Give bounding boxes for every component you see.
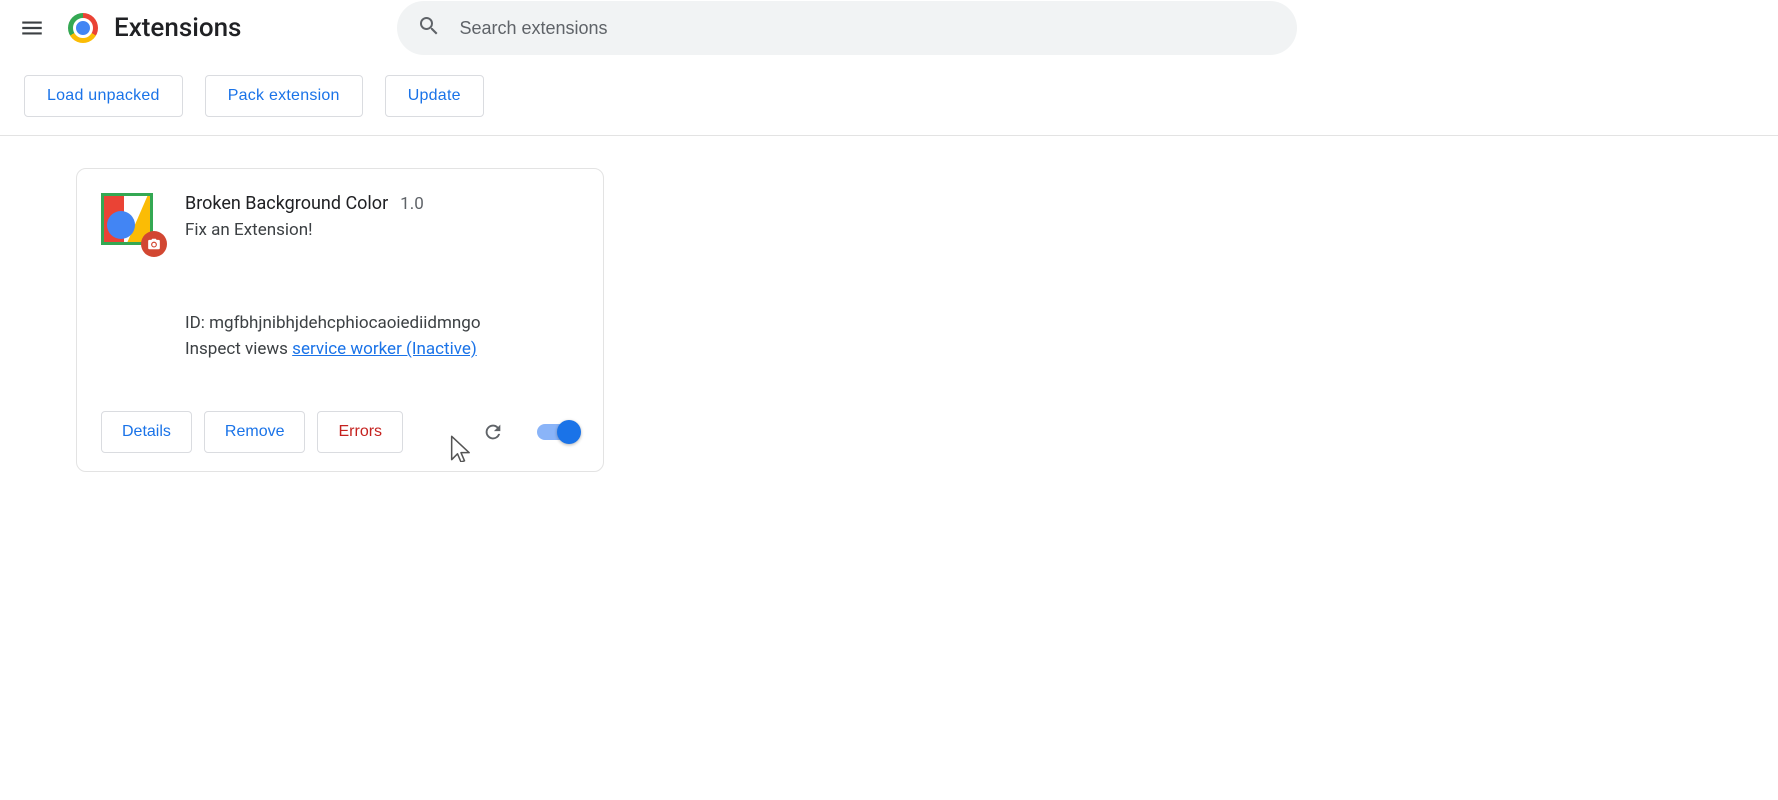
errors-button[interactable]: Errors xyxy=(317,411,403,453)
extension-id-value: mgfbhjnibhjdehcphiocaoiediidmngo xyxy=(209,313,480,333)
extensions-list: Broken Background Color 1.0 Fix an Exten… xyxy=(0,136,1778,504)
cursor-icon xyxy=(447,434,475,466)
inspect-views-row: Inspect views service worker (Inactive) xyxy=(185,336,579,362)
enable-toggle[interactable] xyxy=(537,424,579,440)
extension-id-row: ID: mgfbhjnibhjdehcphiocaoiediidmngo xyxy=(185,310,579,336)
camera-badge-icon xyxy=(141,231,167,257)
inspect-views-label: Inspect views xyxy=(185,339,292,359)
extension-version: 1.0 xyxy=(400,194,424,214)
reload-icon[interactable] xyxy=(473,412,513,452)
extension-description: Fix an Extension! xyxy=(185,220,579,240)
search-icon xyxy=(417,14,441,42)
service-worker-link[interactable]: service worker (Inactive) xyxy=(292,339,477,359)
search-input[interactable] xyxy=(459,18,1277,39)
extension-name: Broken Background Color xyxy=(185,193,388,214)
update-button[interactable]: Update xyxy=(385,75,484,117)
developer-action-bar: Load unpacked Pack extension Update xyxy=(0,56,1778,136)
load-unpacked-button[interactable]: Load unpacked xyxy=(24,75,183,117)
extension-icon xyxy=(101,193,157,249)
extension-card: Broken Background Color 1.0 Fix an Exten… xyxy=(76,168,604,472)
details-button[interactable]: Details xyxy=(101,411,192,453)
remove-button[interactable]: Remove xyxy=(204,411,306,453)
searchbar[interactable] xyxy=(397,1,1297,55)
chrome-logo-icon xyxy=(68,13,98,43)
pack-extension-button[interactable]: Pack extension xyxy=(205,75,363,117)
hamburger-menu-icon[interactable] xyxy=(12,8,52,48)
page-title: Extensions xyxy=(114,13,241,43)
extension-id-label: ID: xyxy=(185,313,209,333)
topbar: Extensions xyxy=(0,0,1778,56)
